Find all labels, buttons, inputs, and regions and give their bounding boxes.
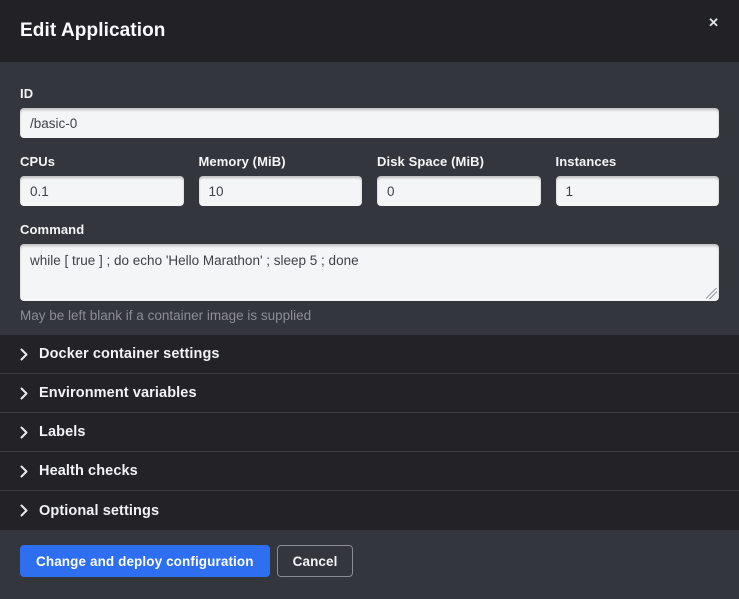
- id-label: ID: [20, 86, 719, 101]
- cpus-label: CPUs: [20, 154, 184, 169]
- accordion-health-checks[interactable]: Health checks: [0, 452, 739, 491]
- accordion-label: Docker container settings: [39, 346, 220, 362]
- chevron-right-icon: [20, 348, 29, 361]
- command-help-text: May be left blank if a container image i…: [20, 308, 719, 323]
- memory-input[interactable]: [199, 176, 363, 206]
- memory-label: Memory (MiB): [199, 154, 363, 169]
- cpus-field-group: CPUs: [20, 154, 184, 206]
- chevron-right-icon: [20, 426, 29, 439]
- accordion-label: Health checks: [39, 463, 138, 479]
- accordion-optional-settings[interactable]: Optional settings: [0, 491, 739, 530]
- chevron-right-icon: [20, 387, 29, 400]
- disk-field-group: Disk Space (MiB): [377, 154, 541, 206]
- cpus-input[interactable]: [20, 176, 184, 206]
- command-textarea[interactable]: while [ true ] ; do echo 'Hello Marathon…: [20, 244, 719, 301]
- instances-field-group: Instances: [556, 154, 720, 206]
- id-field-group: ID: [20, 86, 719, 138]
- change-and-deploy-button[interactable]: Change and deploy configuration: [20, 545, 270, 577]
- command-textarea-wrap: while [ true ] ; do echo 'Hello Marathon…: [20, 244, 719, 301]
- accordion-label: Optional settings: [39, 503, 159, 519]
- cancel-button[interactable]: Cancel: [277, 545, 354, 577]
- modal-title: Edit Application: [20, 20, 166, 42]
- disk-input[interactable]: [377, 176, 541, 206]
- accordion-docker-container-settings[interactable]: Docker container settings: [0, 335, 739, 374]
- modal-footer: Change and deploy configuration Cancel: [0, 530, 739, 599]
- application-form: ID CPUs Memory (MiB) Disk Space (MiB) In…: [0, 62, 739, 335]
- accordion-label: Labels: [39, 424, 86, 440]
- edit-application-modal: Edit Application ✕ ID CPUs Memory (MiB) …: [0, 0, 739, 599]
- resources-row: CPUs Memory (MiB) Disk Space (MiB) Insta…: [20, 154, 719, 206]
- chevron-right-icon: [20, 465, 29, 478]
- accordion-labels[interactable]: Labels: [0, 413, 739, 452]
- command-label: Command: [20, 222, 719, 237]
- settings-accordion: Docker container settings Environment va…: [0, 335, 739, 530]
- modal-header: Edit Application ✕: [0, 0, 739, 62]
- id-input[interactable]: [20, 108, 719, 138]
- command-field-group: Command while [ true ] ; do echo 'Hello …: [20, 222, 719, 323]
- instances-label: Instances: [556, 154, 720, 169]
- close-button[interactable]: ✕: [702, 12, 725, 33]
- accordion-environment-variables[interactable]: Environment variables: [0, 374, 739, 413]
- instances-input[interactable]: [556, 176, 720, 206]
- disk-label: Disk Space (MiB): [377, 154, 541, 169]
- memory-field-group: Memory (MiB): [199, 154, 363, 206]
- chevron-right-icon: [20, 504, 29, 517]
- accordion-label: Environment variables: [39, 385, 197, 401]
- close-icon: ✕: [708, 15, 719, 30]
